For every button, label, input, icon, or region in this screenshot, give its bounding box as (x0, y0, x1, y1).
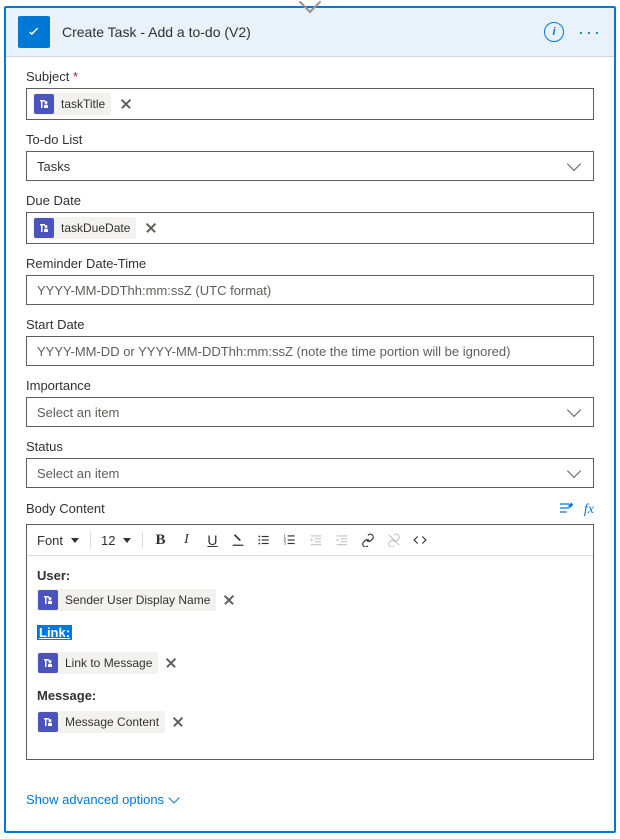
card-body: Subject * taskTitle To-do List Tasks Due… (6, 57, 614, 831)
chevron-down-icon (567, 464, 581, 478)
color-button[interactable] (227, 529, 249, 551)
rte-toolbar: Font 12 B I U (27, 525, 593, 556)
rte-content[interactable]: User: Sender User Display Name (27, 556, 593, 759)
remove-token-icon[interactable] (220, 591, 238, 609)
label-bodycontent: Body Content (26, 501, 105, 516)
todo-connector-icon (18, 16, 50, 48)
indent-button[interactable] (331, 529, 353, 551)
label-importance: Importance (26, 378, 594, 393)
remove-token-icon[interactable] (169, 713, 187, 731)
body-user-label: User: (37, 568, 583, 583)
input-reminder[interactable]: YYYY-MM-DDThh:mm:ssZ (UTC format) (26, 275, 594, 305)
teams-icon (34, 94, 54, 114)
label-reminder: Reminder Date-Time (26, 256, 594, 271)
card-title: Create Task - Add a to-do (V2) (62, 24, 532, 40)
select-todolist[interactable]: Tasks (26, 151, 594, 181)
italic-button[interactable]: I (175, 529, 197, 551)
caret-down-icon (71, 538, 79, 543)
info-icon[interactable]: i (544, 22, 564, 42)
code-view-button[interactable] (409, 529, 431, 551)
token-link-to-message: Link to Message (37, 652, 158, 674)
bullet-list-button[interactable] (253, 529, 275, 551)
svg-text:3: 3 (284, 541, 287, 546)
body-message-label: Message: (37, 688, 583, 703)
numbered-list-button[interactable]: 123 (279, 529, 301, 551)
remove-token-icon[interactable] (117, 95, 135, 113)
input-startdate[interactable]: YYYY-MM-DD or YYYY-MM-DDThh:mm:ssZ (note… (26, 336, 594, 366)
token-taskduedate: taskDueDate (33, 217, 136, 239)
field-reminder: Reminder Date-Time YYYY-MM-DDThh:mm:ssZ … (26, 256, 594, 305)
teams-icon (34, 218, 54, 238)
chevron-down-icon (168, 792, 179, 803)
more-menu-icon[interactable]: ··· (578, 23, 602, 41)
underline-button[interactable]: U (201, 529, 223, 551)
outdent-button[interactable] (305, 529, 327, 551)
token-sender-name: Sender User Display Name (37, 589, 216, 611)
field-subject: Subject * taskTitle (26, 69, 594, 120)
teams-icon (38, 653, 58, 673)
label-startdate: Start Date (26, 317, 594, 332)
fontsize-select[interactable]: 12 (97, 531, 136, 550)
dynamic-content-icon[interactable] (558, 500, 574, 520)
input-duedate[interactable]: taskDueDate (26, 212, 594, 244)
body-link-label: Link: (37, 625, 72, 640)
label-todolist: To-do List (26, 132, 594, 147)
rich-text-editor: Font 12 B I U (26, 524, 594, 760)
show-advanced-options[interactable]: Show advanced options (26, 792, 178, 807)
teams-icon (38, 590, 58, 610)
font-select[interactable]: Font (33, 531, 84, 550)
action-card: Create Task - Add a to-do (V2) i ··· Sub… (4, 6, 616, 833)
select-status[interactable]: Select an item (26, 458, 594, 488)
input-subject[interactable]: taskTitle (26, 88, 594, 120)
field-startdate: Start Date YYYY-MM-DD or YYYY-MM-DDThh:m… (26, 317, 594, 366)
remove-token-icon[interactable] (142, 219, 160, 237)
caret-down-icon (123, 538, 131, 543)
remove-token-icon[interactable] (162, 654, 180, 672)
chevron-down-icon (567, 403, 581, 417)
field-todolist: To-do List Tasks (26, 132, 594, 181)
chevron-down-icon (567, 157, 581, 171)
expression-icon[interactable]: fx (584, 502, 594, 518)
field-status: Status Select an item (26, 439, 594, 488)
label-status: Status (26, 439, 594, 454)
field-bodycontent: Body Content fx Font 12 (26, 500, 594, 760)
label-duedate: Due Date (26, 193, 594, 208)
token-tasktitle: taskTitle (33, 93, 111, 115)
bold-button[interactable]: B (149, 529, 171, 551)
card-header: Create Task - Add a to-do (V2) i ··· (6, 8, 614, 57)
field-importance: Importance Select an item (26, 378, 594, 427)
select-importance[interactable]: Select an item (26, 397, 594, 427)
field-duedate: Due Date taskDueDate (26, 193, 594, 244)
teams-icon (38, 712, 58, 732)
unlink-button[interactable] (383, 529, 405, 551)
label-subject: Subject * (26, 69, 594, 84)
link-button[interactable] (357, 529, 379, 551)
token-message-content: Message Content (37, 711, 165, 733)
